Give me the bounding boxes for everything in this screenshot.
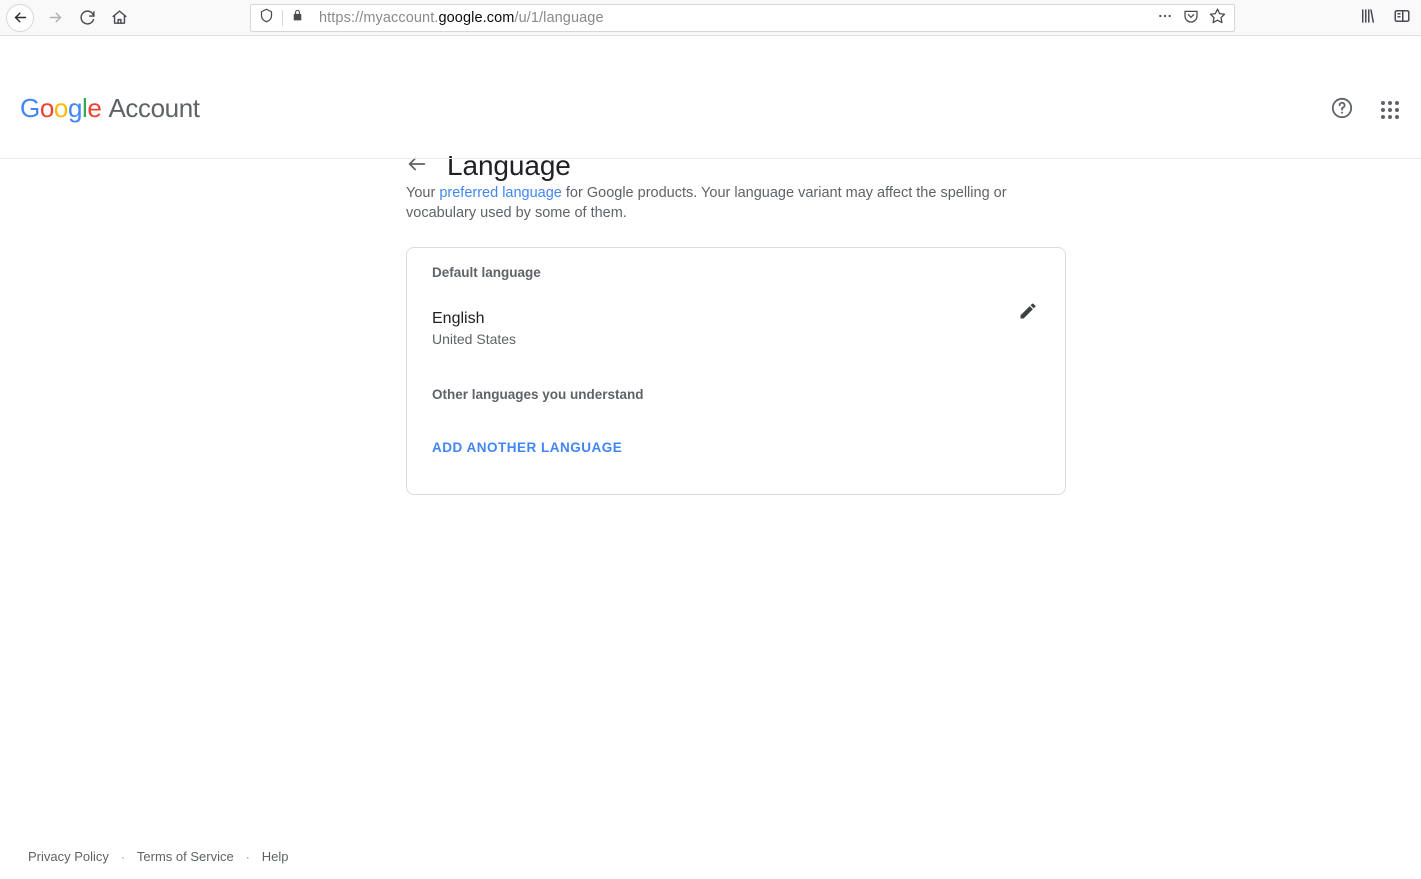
add-another-language-button[interactable]: ADD ANOTHER LANGUAGE <box>432 440 622 455</box>
default-language-row[interactable]: English United States <box>432 308 1040 349</box>
google-apps-button[interactable] <box>1375 95 1405 125</box>
url-text[interactable]: https://myaccount.google.com/u/1/languag… <box>310 10 1157 26</box>
browser-toolbar: https://myaccount.google.com/u/1/languag… <box>0 0 1421 36</box>
edit-language-button[interactable] <box>1015 300 1041 326</box>
pencil-icon <box>1018 301 1038 326</box>
reload-icon <box>79 9 96 26</box>
identity-box[interactable] <box>251 8 310 28</box>
star-icon[interactable] <box>1209 7 1226 29</box>
page-title-row: Language <box>405 150 571 182</box>
help-circle-icon <box>1330 96 1354 125</box>
page-title: Language <box>447 150 571 181</box>
terms-of-service-link[interactable]: Terms of Service <box>137 849 234 864</box>
logo-letter-g2: g <box>67 93 83 123</box>
back-button[interactable] <box>6 3 34 32</box>
page-description: Your preferred language for Google produ… <box>406 183 1018 223</box>
ellipsis-icon[interactable] <box>1157 8 1173 29</box>
google-account-header: Google Account Language <box>0 37 1421 181</box>
urlbar-actions <box>1157 7 1234 29</box>
address-bar[interactable]: https://myaccount.google.com/u/1/languag… <box>250 4 1235 32</box>
language-name: English <box>432 310 485 327</box>
footer: Privacy Policy · Terms of Service · Help <box>28 849 288 864</box>
sidebar-icon[interactable] <box>1393 7 1411 30</box>
help-link[interactable]: Help <box>262 849 289 864</box>
footer-separator-2: · <box>245 849 250 864</box>
pocket-icon[interactable] <box>1183 8 1199 29</box>
shield-icon[interactable] <box>259 8 274 28</box>
language-card: Default language English United States O… <box>406 247 1066 495</box>
chrome-right-icons <box>1359 0 1411 36</box>
back-arrow-icon <box>12 9 29 26</box>
lock-icon[interactable] <box>291 9 304 27</box>
logo-product-name: Account <box>108 93 200 123</box>
url-prefix: https://myaccount. <box>319 10 439 26</box>
logo-letter-e: e <box>87 93 102 123</box>
apps-grid-icon <box>1381 101 1399 119</box>
preferred-language-link[interactable]: preferred language <box>439 185 562 201</box>
privacy-policy-link[interactable]: Privacy Policy <box>28 849 109 864</box>
default-language-label: Default language <box>432 265 541 280</box>
description-before: Your <box>406 185 440 201</box>
language-region: United States <box>432 331 517 347</box>
home-button[interactable] <box>104 3 134 33</box>
home-icon <box>111 9 128 26</box>
footer-separator-1: · <box>120 849 125 864</box>
reload-button[interactable] <box>72 3 102 33</box>
url-path: /u/1/language <box>514 10 604 26</box>
header-divider <box>0 158 1421 159</box>
library-icon[interactable] <box>1359 7 1377 30</box>
navigation-buttons <box>0 3 134 33</box>
arrow-left-icon <box>406 153 428 180</box>
help-button[interactable] <box>1327 95 1357 125</box>
identity-divider <box>282 10 283 26</box>
url-host: google.com <box>438 10 515 26</box>
google-account-logo[interactable]: Google Account <box>20 93 200 124</box>
header-icon-group <box>1327 95 1405 125</box>
forward-arrow-icon <box>47 9 64 26</box>
logo-letter-o1: o <box>39 93 54 123</box>
logo-letter-g1: G <box>20 93 40 123</box>
logo-letter-o2: o <box>53 93 68 123</box>
other-languages-label: Other languages you understand <box>432 387 644 402</box>
forward-button[interactable] <box>40 3 70 33</box>
